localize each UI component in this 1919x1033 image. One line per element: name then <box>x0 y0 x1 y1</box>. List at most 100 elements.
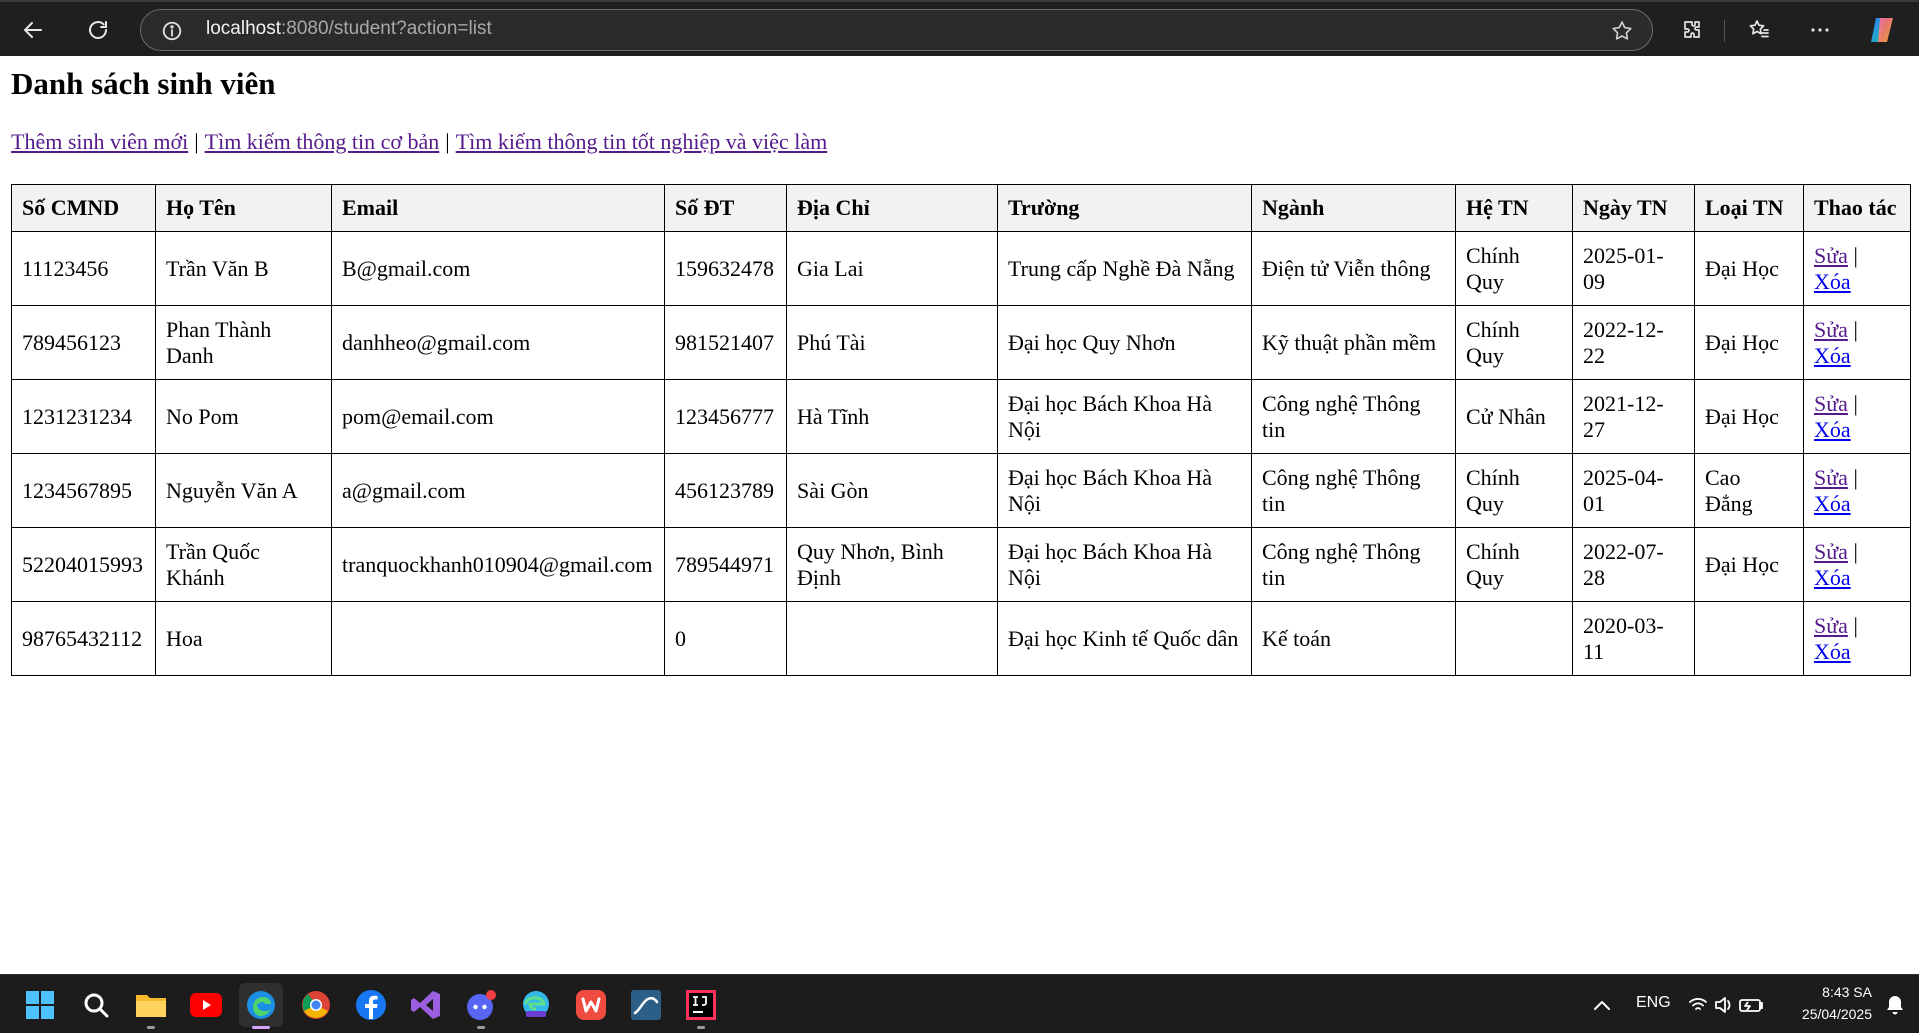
favorites-button[interactable] <box>1739 10 1779 50</box>
notifications-button[interactable] <box>1878 983 1912 1027</box>
delete-link[interactable]: Xóa <box>1814 417 1851 442</box>
delete-link[interactable]: Xóa <box>1814 639 1851 664</box>
more-menu-button[interactable] <box>1800 10 1840 50</box>
youtube-app[interactable] <box>184 983 228 1027</box>
delete-link[interactable]: Xóa <box>1814 491 1851 516</box>
edit-link[interactable]: Sửa <box>1814 317 1848 342</box>
cell-major: Điện tử Viễn thông <box>1251 231 1456 306</box>
cell-system: Chính Quy <box>1455 231 1573 306</box>
quick-settings-button[interactable] <box>1683 983 1773 1027</box>
edit-link[interactable]: Sửa <box>1814 465 1848 490</box>
delete-link[interactable]: Xóa <box>1814 269 1851 294</box>
reload-icon <box>89 21 107 39</box>
cell-address <box>786 601 998 676</box>
cell-actions: Sửa | Xóa <box>1803 305 1911 380</box>
page-title: Danh sách sinh viên <box>11 66 276 101</box>
extensions-button[interactable] <box>1672 10 1712 50</box>
edit-link[interactable]: Sửa <box>1814 539 1848 564</box>
intellij-app[interactable] <box>679 983 723 1029</box>
cell-major: Kỹ thuật phần mềm <box>1251 305 1456 380</box>
cell-email: tranquockhanh010904@gmail.com <box>331 527 665 602</box>
cell-school: Đại học Bách Khoa Hà Nội <box>997 527 1252 602</box>
copilot-icon[interactable] <box>1866 14 1898 46</box>
taskbar-search-button[interactable] <box>74 983 118 1027</box>
table-row: 98765432112 Hoa 0 Đại học Kinh tế Quốc d… <box>11 601 1911 676</box>
edit-link[interactable]: Sửa <box>1814 391 1848 416</box>
address-bar[interactable]: localhost:8080/student?action=list <box>140 9 1653 51</box>
cell-email: danhheo@gmail.com <box>331 305 665 380</box>
delete-link[interactable]: Xóa <box>1814 565 1851 590</box>
cell-actions: Sửa | Xóa <box>1803 231 1911 306</box>
link-separator: | <box>445 129 450 154</box>
action-separator: | <box>1853 612 1858 638</box>
running-indicator <box>252 1026 270 1029</box>
cell-school: Đại học Bách Khoa Hà Nội <box>997 379 1252 454</box>
cell-type <box>1694 601 1804 676</box>
cell-school: Đại học Quy Nhơn <box>997 305 1252 380</box>
cell-email: a@gmail.com <box>331 453 665 528</box>
chevron-up-icon <box>1594 1001 1610 1010</box>
table-row: 1231231234 No Pom pom@email.com 12345677… <box>11 379 1911 454</box>
add-student-link[interactable]: Thêm sinh viên mới <box>11 129 188 154</box>
info-icon[interactable] <box>161 20 183 42</box>
clock-date[interactable]: 25/04/2025 <box>1782 1006 1872 1022</box>
facebook-app[interactable] <box>349 983 393 1027</box>
action-links: Thêm sinh viên mới | Tìm kiếm thông tin cơ… <box>11 129 827 155</box>
wps-office-app[interactable] <box>569 983 613 1027</box>
action-separator: | <box>1853 464 1858 490</box>
windows-logo-icon <box>26 991 54 1019</box>
cell-cmnd: 52204015993 <box>11 527 156 602</box>
table-row: 52204015993 Trần Quốc Khánh tranquockhan… <box>11 527 1911 602</box>
cell-system: Chính Quy <box>1455 453 1573 528</box>
delete-link[interactable]: Xóa <box>1814 343 1851 368</box>
language-indicator[interactable]: ENG <box>1636 994 1671 1012</box>
cell-type: Đại Học <box>1694 527 1804 602</box>
cell-phone: 0 <box>664 601 787 676</box>
clock-time[interactable]: 8:43 SA <box>1782 984 1872 1000</box>
cell-system <box>1455 601 1573 676</box>
discord-app[interactable] <box>459 983 503 1029</box>
graduation-job-search-link[interactable]: Tìm kiếm thông tin tốt nghiệp và việc là… <box>456 129 828 154</box>
cell-phone: 789544971 <box>664 527 787 602</box>
windows-taskbar: ENG 8:43 SA 25/04/2025 <box>0 974 1919 1033</box>
link-separator: | <box>194 129 199 154</box>
cell-school: Đại học Bách Khoa Hà Nội <box>997 453 1252 528</box>
header-date: Ngày TN <box>1572 184 1695 232</box>
cell-cmnd: 98765432112 <box>11 601 156 676</box>
edge-preview-icon <box>523 991 549 1017</box>
edge-icon <box>247 991 275 1019</box>
cell-email <box>331 601 665 676</box>
running-indicator <box>477 1026 485 1029</box>
visual-studio-app[interactable] <box>404 983 448 1027</box>
header-phone: Số ĐT <box>664 184 787 232</box>
edge-app[interactable] <box>239 983 283 1029</box>
cell-name: No Pom <box>155 379 332 454</box>
table-header-row: Số CMND Họ Tên Email Số ĐT Địa Chỉ Trườn… <box>11 184 1911 232</box>
mysql-workbench-app[interactable] <box>624 983 668 1027</box>
back-button[interactable] <box>13 10 53 50</box>
favorite-star-icon[interactable] <box>1610 19 1634 43</box>
edit-link[interactable]: Sửa <box>1814 613 1848 638</box>
intellij-icon <box>686 990 716 1020</box>
youtube-icon <box>190 993 222 1017</box>
edge-preview-app[interactable] <box>514 983 558 1027</box>
cell-system: Chính Quy <box>1455 527 1573 602</box>
chrome-app[interactable] <box>294 983 338 1027</box>
basic-search-link[interactable]: Tìm kiếm thông tin cơ bản <box>205 129 440 154</box>
browser-toolbar: localhost:8080/student?action=list <box>0 0 1919 56</box>
edit-link[interactable]: Sửa <box>1814 243 1848 268</box>
puzzle-icon <box>1684 21 1700 38</box>
reload-button[interactable] <box>78 10 118 50</box>
file-explorer-app[interactable] <box>129 983 173 1029</box>
table-row: 11123456 Trần Văn B B@gmail.com 15963247… <box>11 231 1911 306</box>
bell-icon <box>1887 996 1903 1015</box>
show-hidden-icons-button[interactable] <box>1584 983 1620 1027</box>
action-separator: | <box>1853 242 1858 268</box>
cell-date: 2021-12-27 <box>1572 379 1695 454</box>
url-text[interactable]: localhost:8080/student?action=list <box>206 18 492 40</box>
folder-icon <box>136 995 166 1017</box>
cell-phone: 159632478 <box>664 231 787 306</box>
start-button[interactable] <box>18 983 62 1027</box>
cell-cmnd: 11123456 <box>11 231 156 306</box>
header-actions: Thao tác <box>1803 184 1911 232</box>
